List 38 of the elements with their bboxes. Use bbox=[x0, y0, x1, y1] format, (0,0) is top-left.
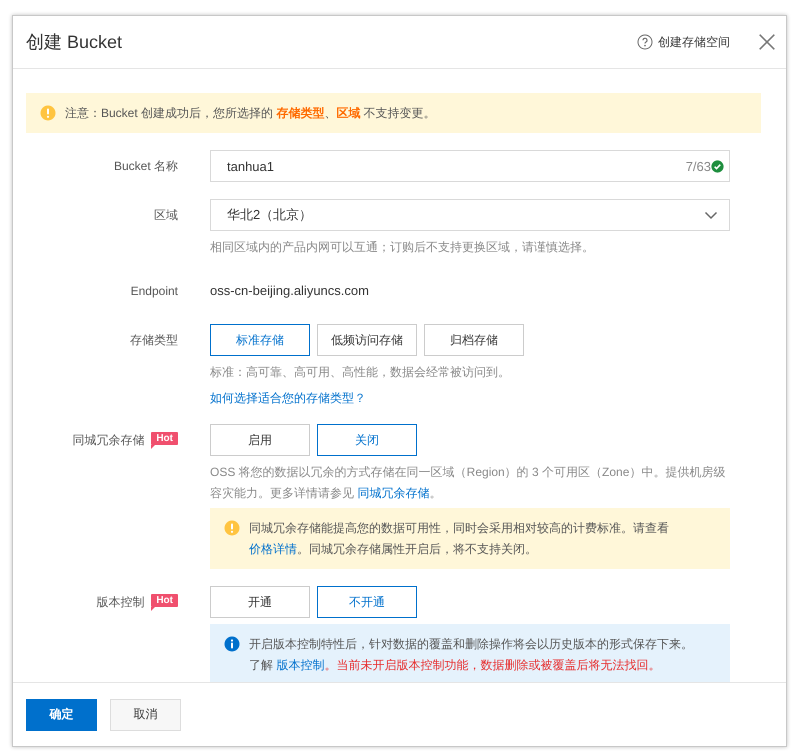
option-button[interactable]: 关闭 bbox=[317, 424, 417, 456]
field-label: 版本控制 bbox=[96, 594, 144, 610]
option-button[interactable]: 归档存储 bbox=[424, 324, 524, 356]
alert-text: 同城冗余存储能提高您的数据可用性，同时会采用相对较高的计费标准。请查看 bbox=[249, 520, 669, 537]
option-button[interactable]: 不开通 bbox=[317, 586, 417, 618]
option-button[interactable]: 启用 bbox=[210, 424, 310, 456]
field-label: 区域 bbox=[154, 206, 178, 224]
dialog-title: 创建 Bucket bbox=[26, 31, 124, 54]
confirm-button[interactable]: 确定 bbox=[26, 698, 97, 730]
field-label: Endpoint bbox=[130, 284, 178, 298]
hint-text: 相同区域内的产品内网可以互通；订购后不支持更换区域，请谨慎选择。 bbox=[210, 239, 595, 256]
alert-text: 注意：Bucket 创建成功后，您所选择的 存储类型、区域 不支持变更。 bbox=[65, 105, 436, 122]
warning-icon bbox=[224, 520, 240, 536]
option-button[interactable]: 标准存储 bbox=[210, 324, 310, 356]
field-label: Bucket 名称 bbox=[114, 158, 178, 174]
link[interactable]: 价格详情 bbox=[249, 542, 297, 556]
help-link[interactable]: 创建存储空间 bbox=[637, 34, 730, 50]
option-button[interactable]: 开通 bbox=[210, 586, 310, 618]
hint-text: OSS 将您的数据以冗余的方式存储在同一区域（Region）的 3 个可用区（Zone）中。提供机房级容灾能力。更多详情请参见 同城冗余存储。 bbox=[210, 464, 726, 502]
info-icon bbox=[224, 636, 240, 652]
link[interactable]: 同城冗余存储 bbox=[357, 486, 430, 500]
option-button[interactable]: 低频访问存储 bbox=[317, 324, 417, 356]
region-dropdown[interactable]: 华北2（北京） bbox=[210, 199, 730, 231]
alert-text: 了解 版本控制。当前未开启版本控制功能，数据删除或被覆盖后将无法找回。 bbox=[249, 657, 662, 674]
cancel-button[interactable]: 取消 bbox=[110, 698, 181, 730]
field-label: 存储类型 bbox=[130, 332, 178, 348]
alert-text: 开启版本控制特性后，针对数据的覆盖和删除操作将会以历史版本的形式保存下来。 bbox=[249, 636, 693, 653]
hint-text: 标准：高可靠、高可用、高性能，数据会经常被访问到。 bbox=[210, 364, 511, 381]
field-label: 同城冗余存储 bbox=[72, 432, 144, 448]
link[interactable]: 如何选择适合您的存储类型？ bbox=[210, 389, 366, 407]
close-icon bbox=[758, 33, 776, 51]
input-field[interactable]: tanhua1 7/63 bbox=[210, 150, 730, 182]
link[interactable]: 版本控制 bbox=[276, 658, 324, 672]
close-button[interactable] bbox=[758, 33, 776, 51]
alert-text: 价格详情。同城冗余存储属性开启后，将不支持关闭。 bbox=[249, 541, 538, 558]
help-icon bbox=[637, 34, 653, 50]
endpoint-text: oss-cn-beijing.aliyuncs.com bbox=[210, 282, 370, 300]
warning-icon bbox=[40, 105, 56, 121]
